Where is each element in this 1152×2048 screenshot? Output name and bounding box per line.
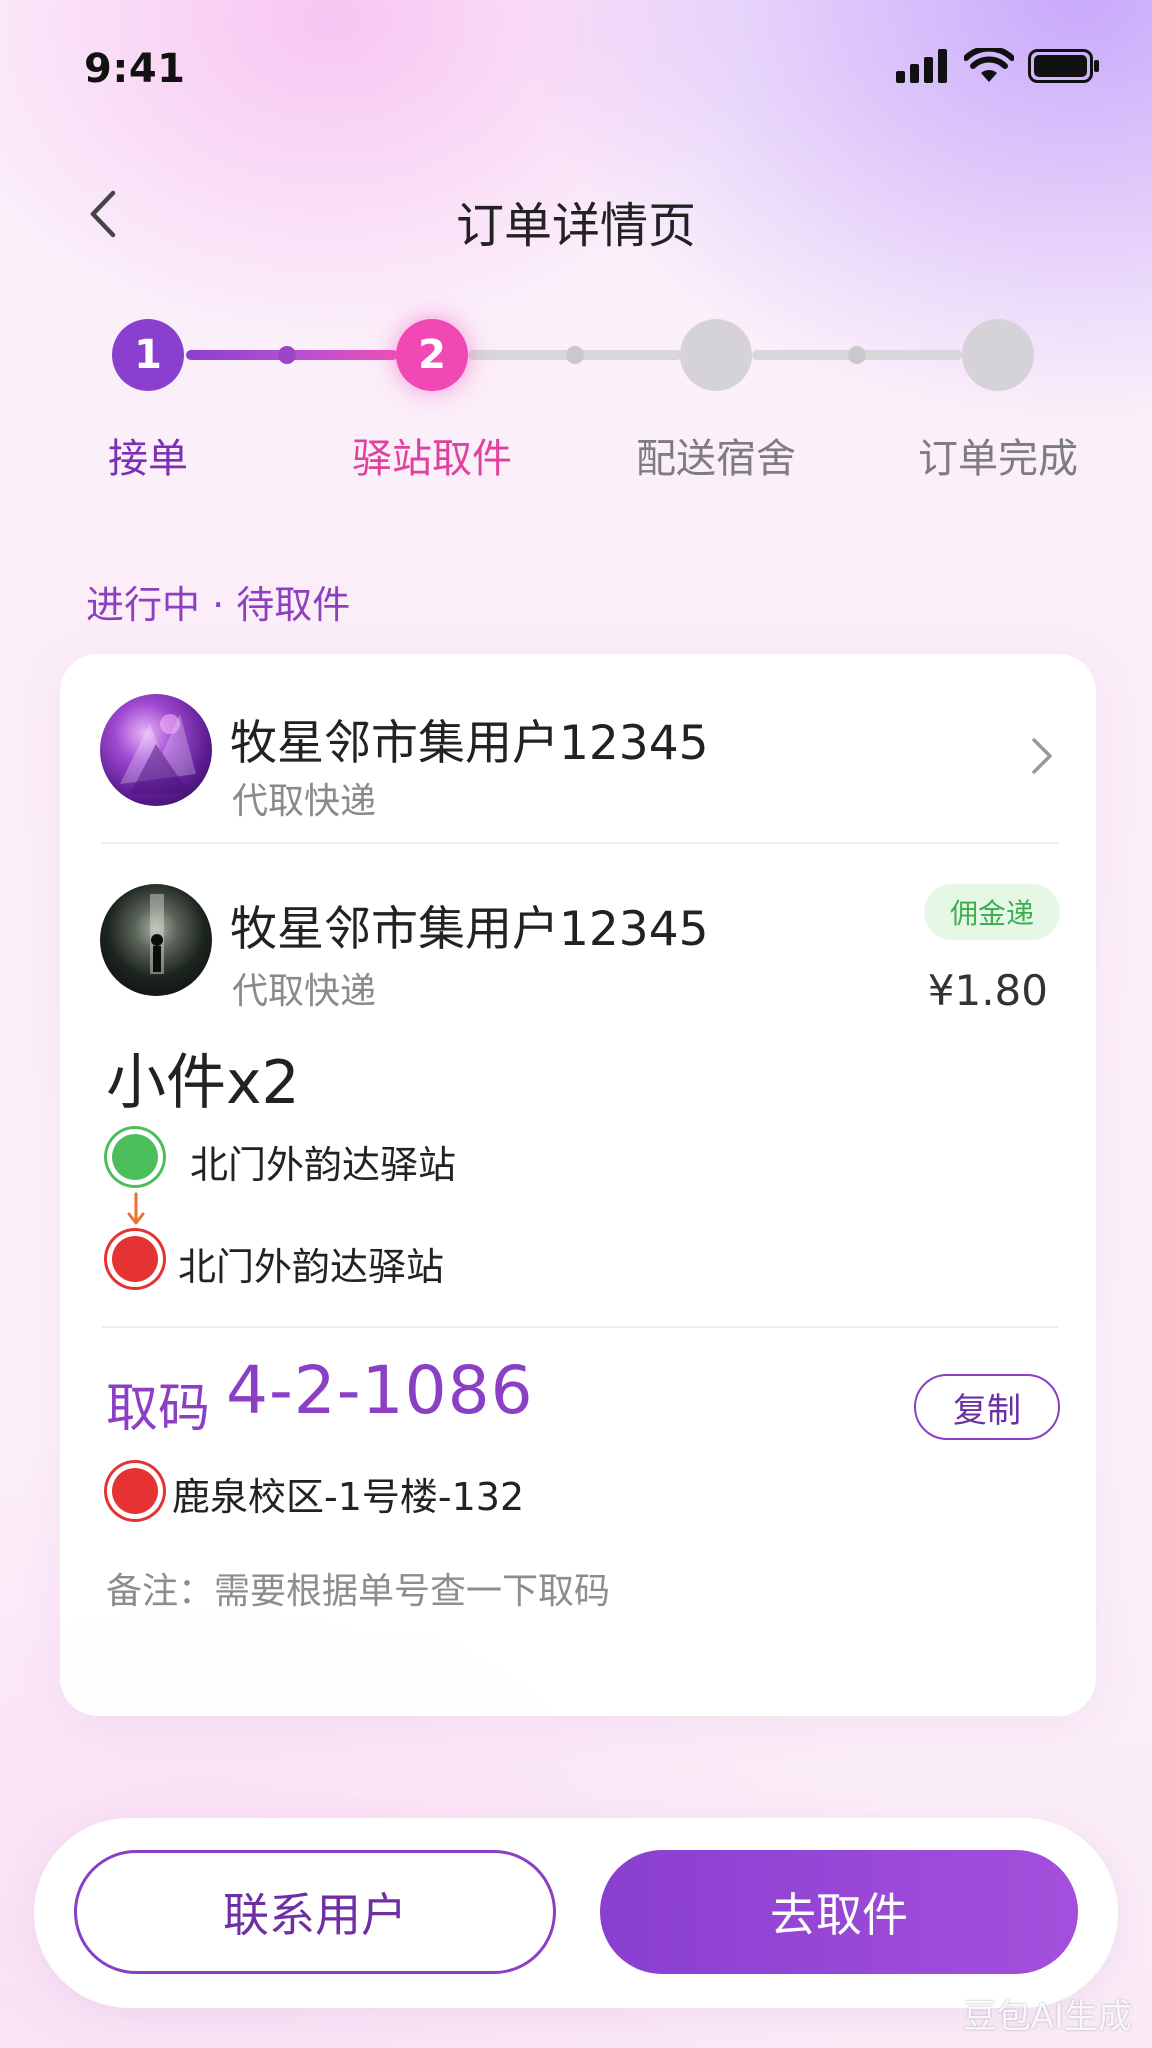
order-user-name: 牧星邻市集用户12345 bbox=[230, 902, 709, 957]
bottom-action-bar: 联系用户 去取件 bbox=[34, 1818, 1118, 2008]
order-detail-card: 牧星邻市集用户12345 代取快递 牧星邻市集用户12345 代取快递 佣金递 … bbox=[60, 654, 1096, 1716]
watermark: 豆包AI生成 bbox=[962, 1997, 1132, 2037]
step-1-number: 1 bbox=[134, 332, 162, 378]
step-2-circle: 2 bbox=[396, 319, 468, 391]
step-4-circle bbox=[962, 319, 1034, 391]
order-price: ¥1.80 bbox=[927, 966, 1048, 1015]
order-remark: 备注：需要根据单号查一下取码 bbox=[106, 1571, 611, 1612]
copy-button[interactable]: 复制 bbox=[914, 1374, 1060, 1440]
pickup-code-label: 取码 bbox=[106, 1379, 211, 1439]
contact-user-button[interactable]: 联系用户 bbox=[74, 1850, 556, 1974]
chevron-right-icon[interactable] bbox=[1026, 732, 1058, 780]
divider bbox=[102, 842, 1058, 844]
arrow-down-icon bbox=[127, 1192, 145, 1225]
avatar bbox=[100, 694, 212, 806]
order-progress-stepper: 1 2 接单 驿站取件 配送宿舍 订单完成 bbox=[0, 316, 1152, 486]
address-dot-icon bbox=[112, 1468, 158, 1514]
divider bbox=[102, 1326, 1058, 1328]
step-2-label: 驿站取件 bbox=[352, 436, 512, 482]
step-3-label: 配送宿舍 bbox=[636, 436, 796, 482]
battery-icon bbox=[1028, 49, 1099, 83]
avatar-pattern bbox=[120, 714, 196, 794]
avatar-figure bbox=[150, 894, 164, 974]
signal-icon bbox=[896, 49, 947, 83]
step-4-label: 订单完成 bbox=[918, 436, 1078, 482]
step-2-number: 2 bbox=[418, 332, 446, 378]
delivery-address: 鹿泉校区-1号楼-132 bbox=[172, 1475, 525, 1519]
order-status-text: 进行中 · 待取件 bbox=[86, 583, 351, 627]
page-title: 订单详情页 bbox=[455, 198, 696, 254]
wifi-icon bbox=[964, 48, 1014, 82]
pickup-code: 4-2-1086 bbox=[226, 1352, 534, 1429]
requester-name: 牧星邻市集用户12345 bbox=[230, 716, 709, 771]
step-dot-3 bbox=[848, 346, 866, 364]
go-pickup-button[interactable]: 去取件 bbox=[600, 1850, 1078, 1974]
step-1-label: 接单 bbox=[108, 436, 188, 482]
delivery-location: 北门外韵达驿站 bbox=[178, 1245, 445, 1289]
step-1-circle: 1 bbox=[112, 319, 184, 391]
order-type: 代取快递 bbox=[232, 971, 377, 1012]
step-dot-2 bbox=[566, 346, 584, 364]
destination-dot-icon bbox=[112, 1236, 158, 1282]
status-time: 9:41 bbox=[84, 46, 186, 92]
requester-type: 代取快递 bbox=[232, 781, 377, 822]
status-icons bbox=[896, 48, 1100, 84]
order-user-avatar bbox=[100, 884, 212, 996]
step-dot-1 bbox=[278, 346, 296, 364]
commission-badge: 佣金递 bbox=[923, 884, 1060, 940]
step-3-circle bbox=[680, 319, 752, 391]
item-quantity: 小件x2 bbox=[106, 1048, 300, 1118]
pickup-location: 北门外韵达驿站 bbox=[190, 1143, 457, 1187]
requester-row[interactable]: 牧星邻市集用户12345 代取快递 bbox=[60, 654, 1096, 842]
origin-dot-icon bbox=[112, 1134, 158, 1180]
